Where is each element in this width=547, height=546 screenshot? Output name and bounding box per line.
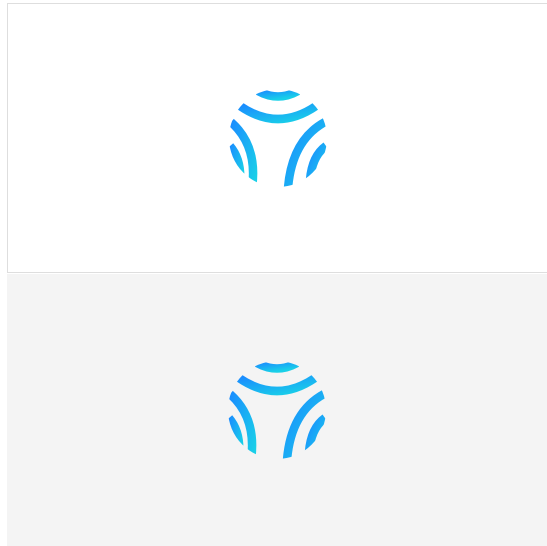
globe-arcs-logo-icon — [228, 361, 326, 459]
logo-panel-gray — [7, 274, 547, 546]
globe-arcs-logo-icon — [228, 89, 327, 187]
logo-panel-light — [7, 3, 547, 273]
logo-presentation-page — [0, 0, 547, 546]
